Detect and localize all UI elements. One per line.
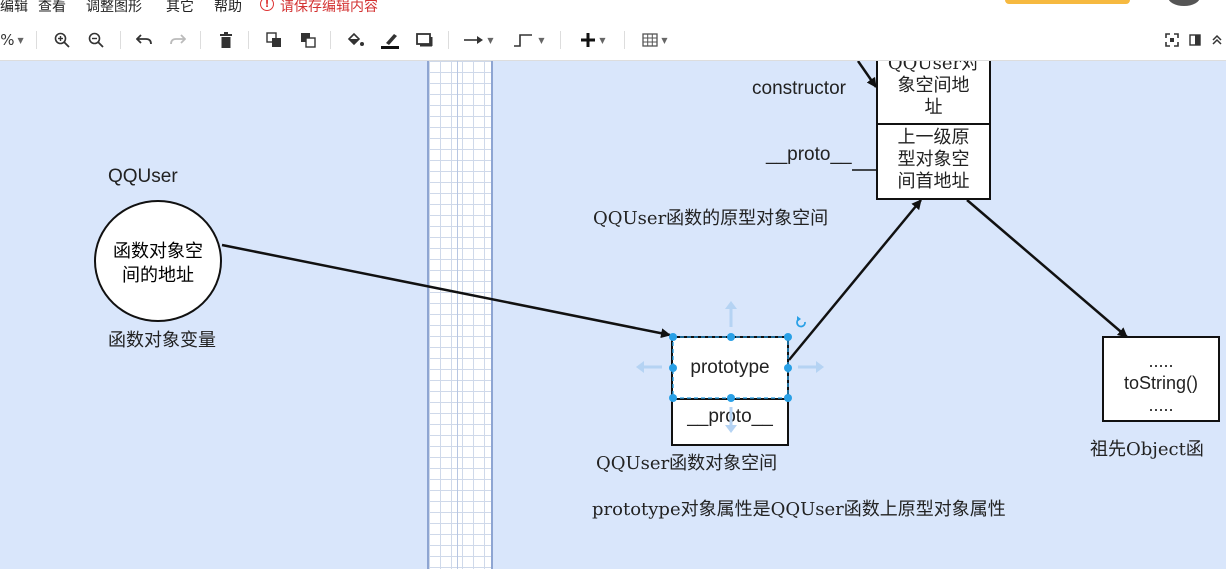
save-notice[interactable]: 请保存编辑内容 xyxy=(280,0,378,16)
resize-handle[interactable] xyxy=(669,364,677,372)
resize-handle[interactable] xyxy=(784,333,792,341)
zoom-select[interactable]: % ▼ xyxy=(0,29,24,51)
redo-icon[interactable] xyxy=(168,29,188,51)
resize-handle[interactable] xyxy=(727,394,735,402)
table-icon[interactable]: ▼ xyxy=(636,29,674,51)
menu-arrange[interactable]: 调整图形 xyxy=(86,0,142,16)
divider xyxy=(624,31,625,49)
chevron-down-icon: ▼ xyxy=(661,35,668,45)
parent-prototype-cell[interactable]: 上一级原 型对象空 间首地址 xyxy=(878,127,989,197)
divider xyxy=(200,31,201,49)
selection-rect xyxy=(672,336,789,399)
constructor-label: constructor xyxy=(752,78,846,99)
menu-edit[interactable]: 编辑 xyxy=(0,0,28,16)
menu-bar: 编辑 查看 调整图形 其它 帮助 ! 请保存编辑内容 xyxy=(0,0,1226,18)
object-line: ..... xyxy=(1148,395,1174,415)
zoom-out-icon[interactable] xyxy=(86,29,106,51)
format-panel-icon[interactable] xyxy=(1186,29,1204,51)
chevron-down-icon: ▼ xyxy=(17,35,24,45)
collapse-icon[interactable] xyxy=(1208,29,1226,51)
cell-line: QQUser对 xyxy=(887,61,980,74)
send-to-back-icon[interactable] xyxy=(298,29,318,51)
toolbar: % ▼ ▼ ▼ ▼ ▼ xyxy=(0,20,1226,61)
resize-handle[interactable] xyxy=(727,333,735,341)
zoom-in-icon[interactable] xyxy=(52,29,72,51)
waypoints-icon[interactable]: ▼ xyxy=(510,29,548,51)
selection-overlay xyxy=(636,301,824,433)
chevron-down-icon: ▼ xyxy=(599,35,606,45)
cell-line: 型对象空 xyxy=(897,149,970,170)
resize-handle[interactable] xyxy=(669,394,677,402)
line-color-icon[interactable] xyxy=(378,29,402,51)
resize-handle[interactable] xyxy=(784,364,792,372)
object-caption: 祖先Object函 xyxy=(1090,439,1204,460)
prototype-object-box[interactable]: QQUser对 象空间地 址 上一级原 型对象空 间首地址 xyxy=(876,61,991,200)
object-line: toString() xyxy=(1123,373,1199,393)
insert-plus-icon[interactable]: ▼ xyxy=(574,29,612,51)
avatar[interactable] xyxy=(1168,0,1200,6)
chevron-down-icon: ▼ xyxy=(487,35,494,45)
resize-handle[interactable] xyxy=(784,394,792,402)
fullscreen-icon[interactable] xyxy=(1162,29,1182,51)
proto-label: __proto__ xyxy=(766,144,852,165)
divider xyxy=(448,31,449,49)
divider xyxy=(120,31,121,49)
undo-icon[interactable] xyxy=(134,29,154,51)
object-line: ..... xyxy=(1148,351,1174,371)
divider xyxy=(330,31,331,49)
fill-color-icon[interactable] xyxy=(344,29,368,51)
cell-line: 间首地址 xyxy=(897,171,970,192)
rotate-icon[interactable] xyxy=(796,316,806,328)
share-button[interactable] xyxy=(1005,0,1130,4)
divider xyxy=(560,31,561,49)
connection-style-icon[interactable]: ▼ xyxy=(460,29,498,51)
bring-to-front-icon[interactable] xyxy=(264,29,284,51)
chevron-down-icon: ▼ xyxy=(538,35,545,45)
menu-view[interactable]: 查看 xyxy=(38,0,66,16)
shadow-icon[interactable] xyxy=(414,29,436,51)
bottom-note: prototype对象属性是QQUser函数上原型对象属性 xyxy=(592,499,1006,520)
prototype-space-caption: QQUser函数的原型对象空间 xyxy=(593,208,829,229)
cell-line: 象空间地 xyxy=(897,75,970,96)
diagram-canvas[interactable]: QQUser 函数对象空 间的地址 函数对象变量 prototype __pro… xyxy=(0,61,1226,569)
divider xyxy=(36,31,37,49)
resize-handle[interactable] xyxy=(669,333,677,341)
menu-other[interactable]: 其它 xyxy=(166,0,194,16)
function-object-caption: QQUser函数对象空间 xyxy=(596,453,778,474)
prototype-address-cell[interactable]: QQUser对 象空间地 址 xyxy=(878,61,989,125)
menu-help[interactable]: 帮助 xyxy=(214,0,242,16)
delete-icon[interactable] xyxy=(216,29,236,51)
object-box[interactable]: ..... toString() ..... xyxy=(1102,336,1220,422)
resize-arrow-icon[interactable] xyxy=(636,301,824,433)
warning-icon: ! xyxy=(260,0,274,11)
divider xyxy=(248,31,249,49)
cell-line: 上一级原 xyxy=(897,127,970,148)
cell-line: 址 xyxy=(924,97,943,118)
